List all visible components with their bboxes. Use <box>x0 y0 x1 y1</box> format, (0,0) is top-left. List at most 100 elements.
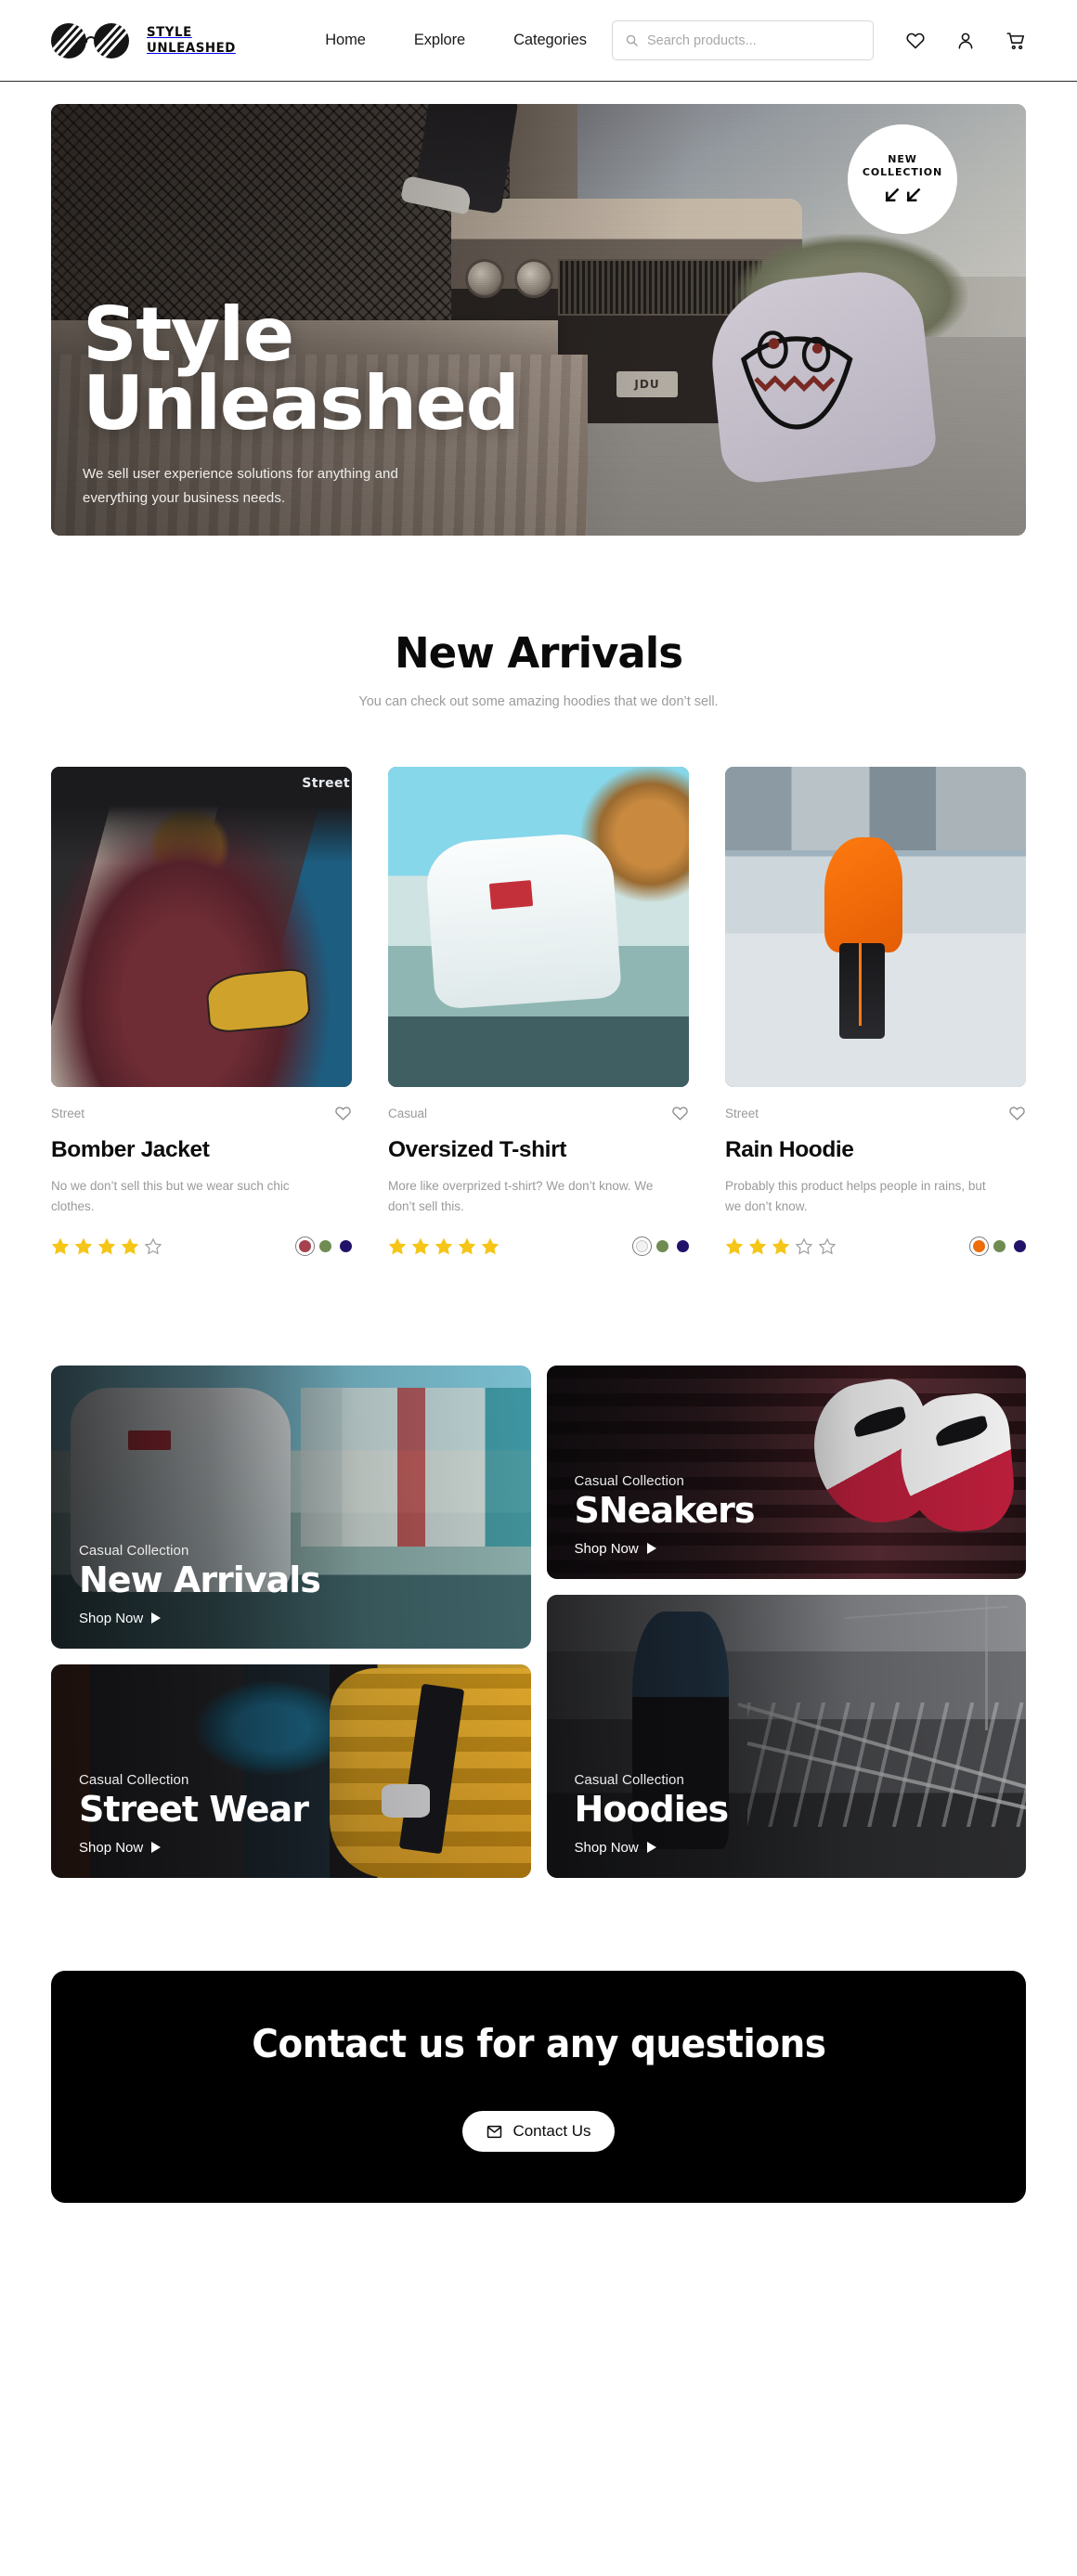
collection-title: New Arrivals <box>79 1559 321 1600</box>
product-meta: Street <box>725 1105 1026 1122</box>
section-subtitle: You can check out some amazing hoodies t… <box>358 694 719 709</box>
product-image-label: Street <box>302 776 350 792</box>
collection-kicker: Casual Collection <box>574 1472 684 1489</box>
product-name[interactable]: Bomber Jacket <box>51 1137 352 1163</box>
product-name[interactable]: Rain Hoodie <box>725 1137 1026 1163</box>
star-filled-icon[interactable] <box>74 1237 93 1256</box>
star-filled-icon[interactable] <box>481 1237 500 1256</box>
product-card[interactable]: Street Street Bomber Jacket No we don’t … <box>51 767 352 1257</box>
nav-item-categories[interactable]: Categories <box>513 32 587 49</box>
color-swatch[interactable] <box>969 1236 989 1257</box>
contact-us-label: Contact Us <box>513 2122 591 2141</box>
star-empty-icon[interactable] <box>818 1237 837 1256</box>
color-swatch[interactable] <box>656 1240 668 1253</box>
nav-item-home[interactable]: Home <box>325 32 366 49</box>
new-collection-badge[interactable]: NEW COLLECTION <box>848 124 957 234</box>
star-filled-icon[interactable] <box>435 1237 453 1256</box>
product-description: Probably this product helps people in ra… <box>725 1179 986 1213</box>
shop-now-button[interactable]: Shop Now <box>575 1541 755 1557</box>
shop-now-label: Shop Now <box>574 1540 639 1557</box>
collections-section: Casual Collection New Arrivals Shop Now … <box>0 1256 1077 1878</box>
color-swatch[interactable] <box>677 1240 689 1253</box>
new-arrivals-section: New Arrivals You can check out some amaz… <box>0 536 1077 1257</box>
badge-arrows <box>882 186 923 205</box>
brand-name-line2: Unleashed <box>147 40 236 56</box>
heart-icon[interactable] <box>334 1105 352 1122</box>
shop-now-button[interactable]: Shop Now <box>79 1611 320 1626</box>
collection-title: SNeakers <box>574 1489 756 1531</box>
product-card[interactable]: Casual Oversized T-shirt More like overp… <box>388 767 689 1257</box>
collection-tile-street-wear[interactable]: Casual Collection Street Wear Shop Now <box>51 1663 531 1878</box>
hero-subtitle: We sell user experience solutions for an… <box>83 465 398 507</box>
star-filled-icon[interactable] <box>772 1237 790 1256</box>
search-input[interactable] <box>647 32 861 48</box>
play-triangle-icon <box>151 1612 162 1625</box>
cart-icon[interactable] <box>1006 31 1026 51</box>
product-image[interactable] <box>725 767 1026 1087</box>
site-header: Style Unleashed Home Explore Categories <box>0 0 1077 82</box>
shop-now-label: Shop Now <box>79 1839 144 1856</box>
hero-copy: Style Unleashed We sell user experience … <box>83 298 520 511</box>
search-box[interactable] <box>612 20 874 60</box>
shop-now-label: Shop Now <box>574 1839 639 1856</box>
star-empty-icon[interactable] <box>144 1237 162 1256</box>
heart-icon[interactable] <box>671 1105 689 1122</box>
color-swatch[interactable] <box>1014 1240 1026 1253</box>
product-image[interactable] <box>388 767 689 1087</box>
star-filled-icon[interactable] <box>748 1237 767 1256</box>
rating-stars <box>725 1237 837 1256</box>
color-swatch[interactable] <box>632 1236 652 1257</box>
collection-kicker: Casual Collection <box>79 1771 189 1788</box>
brand-name-line1: Style <box>147 25 192 41</box>
nav-item-explore[interactable]: Explore <box>414 32 465 49</box>
star-filled-icon[interactable] <box>411 1237 430 1256</box>
star-filled-icon[interactable] <box>725 1237 744 1256</box>
color-swatch[interactable] <box>319 1240 331 1253</box>
product-meta: Casual <box>388 1105 689 1122</box>
star-filled-icon[interactable] <box>458 1237 476 1256</box>
contact-title: Contact us for any questions <box>251 2021 826 2067</box>
product-description: More like overprized t-shirt? We don’t k… <box>388 1179 654 1213</box>
star-filled-icon[interactable] <box>97 1237 116 1256</box>
user-icon[interactable] <box>955 31 976 51</box>
collection-kicker: Casual Collection <box>79 1542 189 1559</box>
product-image[interactable]: Street <box>51 767 352 1087</box>
rating-stars <box>388 1237 500 1256</box>
play-triangle-icon <box>646 1543 656 1555</box>
product-card[interactable]: Street Rain Hoodie Probably this product… <box>725 767 1026 1257</box>
star-filled-icon[interactable] <box>51 1237 70 1256</box>
contact-us-button[interactable]: Contact Us <box>462 2111 615 2153</box>
arrow-down-left-icon <box>885 188 900 202</box>
heart-icon[interactable] <box>1008 1105 1026 1122</box>
hero-section: JDU Style Unleashed We sell user experie… <box>0 82 1077 536</box>
collection-tile-hoodies[interactable]: Casual Collection Hoodies Shop Now <box>546 1594 1026 1878</box>
brand-logo[interactable]: Style Unleashed <box>51 21 243 60</box>
badge-label: NEW COLLECTION <box>863 153 942 179</box>
collection-title: Hoodies <box>574 1788 730 1830</box>
mail-icon <box>487 2125 502 2138</box>
shop-now-button[interactable]: Shop Now <box>79 1840 308 1856</box>
collection-tile-new-arrivals[interactable]: Casual Collection New Arrivals Shop Now <box>51 1365 531 1649</box>
product-category: Street <box>51 1107 85 1120</box>
brand-name: Style Unleashed <box>147 25 236 55</box>
header-actions <box>905 31 1026 51</box>
heart-icon[interactable] <box>905 31 926 51</box>
play-triangle-icon <box>646 1842 656 1854</box>
star-filled-icon[interactable] <box>121 1237 139 1256</box>
star-filled-icon[interactable] <box>388 1237 407 1256</box>
color-swatch[interactable] <box>340 1240 352 1253</box>
product-footer <box>51 1236 352 1257</box>
badge-label-line1: NEW <box>888 152 917 165</box>
main-nav: Home Explore Categories <box>325 32 587 49</box>
shop-now-button[interactable]: Shop Now <box>575 1840 729 1856</box>
collection-tile-sneakers[interactable]: Casual Collection SNeakers Shop Now <box>546 1365 1026 1579</box>
product-meta: Street <box>51 1105 352 1122</box>
play-triangle-icon <box>151 1842 162 1854</box>
product-description: No we don’t sell this but we wear such c… <box>51 1179 290 1213</box>
section-title: New Arrivals <box>395 628 683 678</box>
color-swatch[interactable] <box>295 1236 315 1257</box>
color-swatch[interactable] <box>993 1240 1006 1253</box>
star-empty-icon[interactable] <box>795 1237 813 1256</box>
product-name[interactable]: Oversized T-shirt <box>388 1137 689 1163</box>
color-swatches <box>969 1236 1026 1257</box>
